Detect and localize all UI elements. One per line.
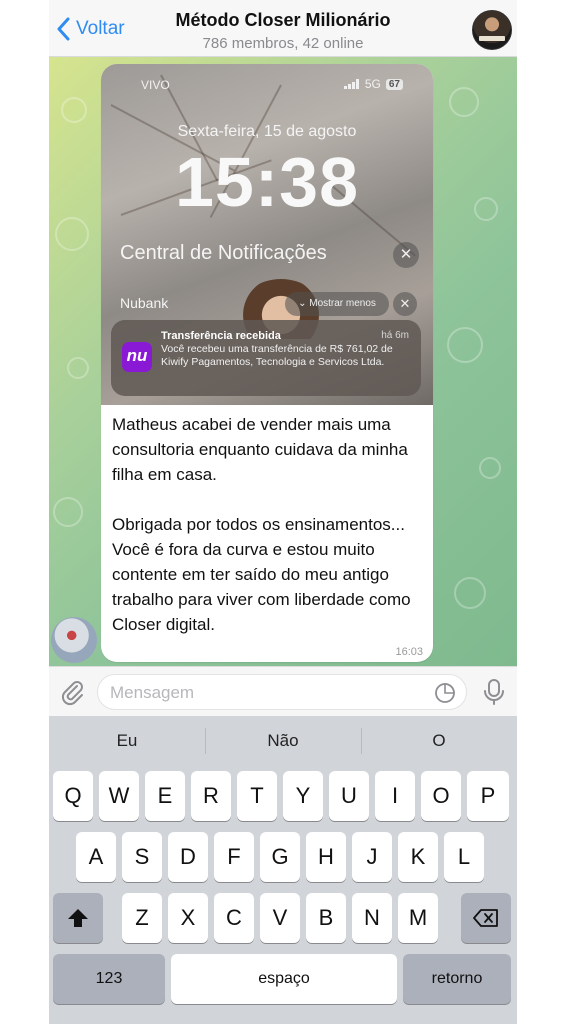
key-l[interactable]: L — [444, 832, 484, 882]
nubank-logo: nu — [122, 342, 152, 372]
shift-key[interactable] — [53, 893, 103, 943]
key-s[interactable]: S — [122, 832, 162, 882]
message-timestamp: 16:03 — [395, 646, 423, 658]
key-d[interactable]: D — [168, 832, 208, 882]
key-e[interactable]: E — [145, 771, 185, 821]
close-icon: ✕ — [393, 292, 417, 316]
notification-body: Você recebeu uma transferência de R$ 761… — [161, 343, 393, 368]
space-key[interactable]: espaço — [171, 954, 397, 1004]
notification-title: Transferência recebida — [161, 330, 281, 342]
back-button[interactable]: Voltar — [56, 17, 125, 41]
message-bubble[interactable]: VIVO 5G 67 Sexta-feira, 15 de agosto 15:… — [101, 64, 433, 662]
shift-icon — [68, 909, 88, 927]
key-n[interactable]: N — [352, 893, 392, 943]
key-o[interactable]: O — [421, 771, 461, 821]
lockscreen-status-icons: 5G 67 — [343, 77, 403, 91]
key-w[interactable]: W — [99, 771, 139, 821]
backspace-key[interactable] — [461, 893, 511, 943]
notification-time: há 6m — [381, 330, 409, 341]
signal-icon — [343, 79, 359, 89]
key-a[interactable]: A — [76, 832, 116, 882]
key-t[interactable]: T — [237, 771, 277, 821]
return-key[interactable]: retorno — [403, 954, 511, 1004]
telegram-chat-screen: Voltar Método Closer Milionário 786 memb… — [49, 0, 517, 1024]
ios-keyboard: Eu Não O Q W E R T Y U I O P A S D F G H… — [49, 716, 517, 1024]
chevron-left-icon — [57, 17, 70, 41]
paperclip-icon[interactable] — [59, 678, 87, 706]
key-p[interactable]: P — [467, 771, 509, 821]
network-label: 5G — [364, 77, 381, 91]
chat-title-area[interactable]: Método Closer Milionário 786 membros, 42… — [139, 10, 427, 52]
message-text: Matheus acabei de vender mais uma consul… — [112, 415, 411, 634]
show-less-pill: ⌄ Mostrar menos — [285, 292, 389, 316]
back-label: Voltar — [76, 18, 125, 39]
key-r[interactable]: R — [191, 771, 231, 821]
sender-avatar[interactable] — [51, 617, 97, 663]
group-member-count: 786 membros, 42 online — [202, 35, 364, 52]
key-h[interactable]: H — [306, 832, 346, 882]
numbers-key[interactable]: 123 — [53, 954, 165, 1004]
key-i[interactable]: I — [375, 771, 415, 821]
notification-group-label: Nubank — [120, 295, 169, 311]
backspace-icon — [473, 909, 498, 927]
key-z[interactable]: Z — [122, 893, 162, 943]
suggestion-item[interactable]: O — [361, 716, 517, 766]
key-j[interactable]: J — [352, 832, 392, 882]
notification-center-label: Central de Notificações — [120, 242, 327, 264]
message-composer — [49, 666, 517, 716]
sticker-icon[interactable] — [434, 682, 456, 704]
key-y[interactable]: Y — [283, 771, 323, 821]
lockscreen-time: 15:38 — [174, 143, 360, 221]
microphone-icon[interactable] — [482, 678, 506, 706]
message-field-wrapper — [97, 674, 467, 710]
key-v[interactable]: V — [260, 893, 300, 943]
chat-background: VIVO 5G 67 Sexta-feira, 15 de agosto 15:… — [49, 57, 517, 666]
key-k[interactable]: K — [398, 832, 438, 882]
key-u[interactable]: U — [329, 771, 369, 821]
message-input[interactable] — [110, 683, 410, 703]
group-title: Método Closer Milionário — [175, 10, 391, 30]
group-avatar[interactable] — [472, 10, 512, 50]
close-icon: ✕ — [393, 242, 419, 268]
lockscreen-carrier: VIVO — [141, 78, 170, 92]
lockscreen-date: Sexta-feira, 15 de agosto — [177, 123, 357, 140]
key-g[interactable]: G — [260, 832, 300, 882]
chat-header: Voltar Método Closer Milionário 786 memb… — [49, 0, 517, 57]
message-photo[interactable]: VIVO 5G 67 Sexta-feira, 15 de agosto 15:… — [101, 64, 433, 405]
key-f[interactable]: F — [214, 832, 254, 882]
suggestion-item[interactable]: Não — [205, 716, 361, 766]
key-c[interactable]: C — [214, 893, 254, 943]
key-m[interactable]: M — [398, 893, 438, 943]
suggestion-item[interactable]: Eu — [49, 716, 205, 766]
key-x[interactable]: X — [168, 893, 208, 943]
key-b[interactable]: B — [306, 893, 346, 943]
battery-icon: 67 — [385, 78, 403, 90]
predictive-suggestions: Eu Não O — [49, 716, 517, 766]
key-q[interactable]: Q — [53, 771, 93, 821]
nubank-notification: nu Transferência recebida há 6m Você rec… — [111, 320, 421, 396]
